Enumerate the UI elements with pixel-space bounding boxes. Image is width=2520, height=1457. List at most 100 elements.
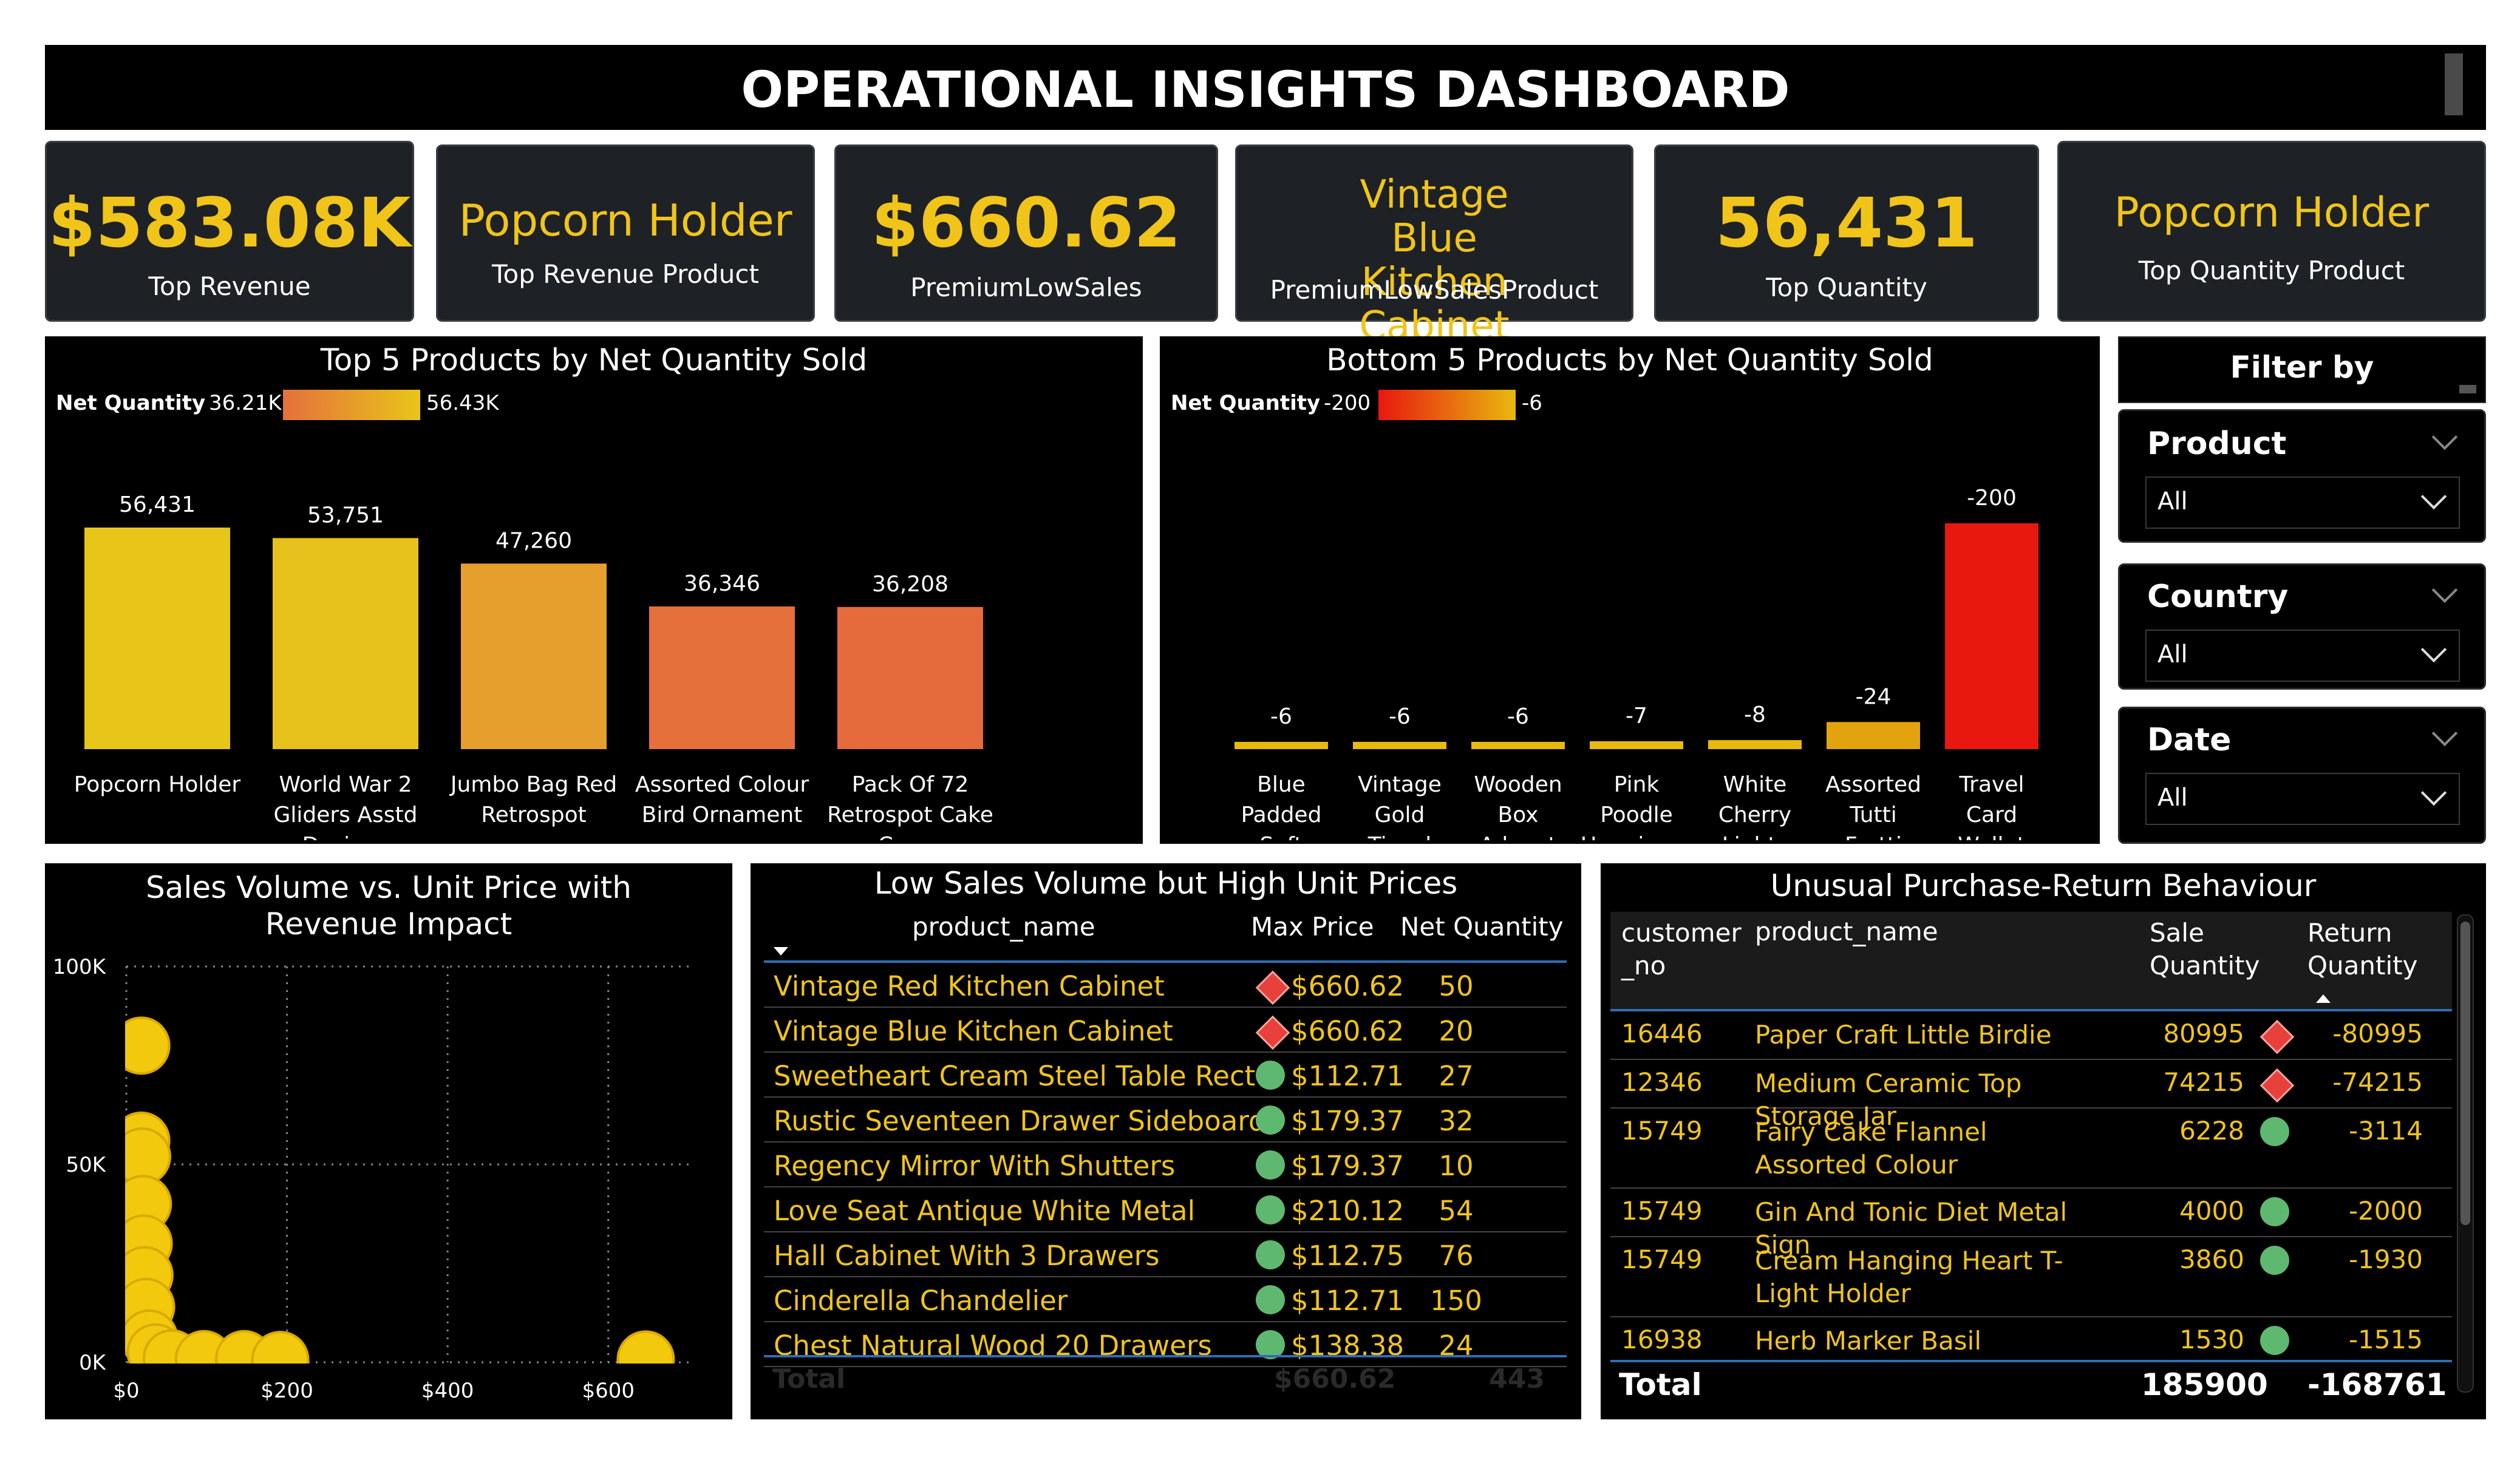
alert-diamond-icon <box>2259 1068 2295 1105</box>
table-row[interactable]: 16938 Herb Marker Basil 1530 -1515 <box>1610 1317 2452 1359</box>
bar[interactable] <box>649 606 795 749</box>
max-price: $660.62 <box>1291 970 1405 1002</box>
return-quantity: -2000 <box>2348 1196 2423 1226</box>
table-row[interactable]: Love Seat Antique White Metal $210.12 54 <box>764 1187 1567 1232</box>
bar[interactable] <box>1234 742 1328 749</box>
kpi-value: Vintage Blue Kitchen Cabinet <box>1359 172 1510 348</box>
product-dropdown[interactable]: All <box>2145 477 2460 529</box>
country-filter[interactable]: Country All <box>2118 563 2486 690</box>
bottom5-chart-panel: Bottom 5 Products by Net Quantity Sold N… <box>1160 336 2100 844</box>
date-filter[interactable]: Date All <box>2118 707 2486 844</box>
collapse-chevron-icon[interactable] <box>2431 577 2458 603</box>
table-row[interactable]: 15749 Gin And Tonic Diet Metal Sign 4000 -2… <box>1610 1189 2452 1260</box>
bar[interactable] <box>273 538 418 749</box>
category-label: Retrospot <box>481 803 586 827</box>
collapse-chevron-icon[interactable] <box>2431 720 2458 747</box>
product-name: Vintage Blue Kitchen Cabinet <box>774 1015 1173 1047</box>
bar[interactable] <box>84 528 230 749</box>
bar[interactable] <box>1471 742 1565 749</box>
table-row[interactable]: 15749 Fairy Cake Flannel Assorted Colour 6… <box>1610 1109 2452 1189</box>
column-header-net-quantity[interactable]: Net Quantity <box>1400 912 1564 942</box>
resize-handle <box>2459 385 2476 393</box>
kpi-value: 56,431 <box>1715 184 1978 263</box>
x-tick-label: $200 <box>261 1379 313 1403</box>
data-label: 47,260 <box>495 528 572 553</box>
scrollbar-thumb[interactable] <box>2460 922 2470 1225</box>
sale-quantity: 6228 <box>2179 1116 2244 1146</box>
country-dropdown[interactable]: All <box>2145 630 2460 682</box>
collapse-chevron-icon[interactable] <box>2431 424 2458 450</box>
category-label: Vintage <box>1358 772 1442 797</box>
table-row[interactable]: Rustic Seventeen Drawer Sideboard $179.37… <box>764 1098 1567 1143</box>
product-name: Regency Mirror With Shutters <box>774 1150 1176 1182</box>
scatter-point[interactable] <box>114 1016 171 1075</box>
kpi-card-premium-low-sales-product: Vintage Blue Kitchen Cabinet PremiumLowS… <box>1235 144 1633 348</box>
kpi-label: PremiumLowSales <box>910 273 1142 302</box>
table-body: Vintage Red Kitchen Cabinet $660.62 50 Vint… <box>764 963 1567 1367</box>
table-row[interactable]: Vintage Red Kitchen Cabinet $660.62 50 <box>764 963 1567 1008</box>
kpi-label: Top Revenue Product <box>492 259 759 289</box>
legend-min: -200 <box>1324 391 1371 415</box>
net-quantity: 50 <box>1439 970 1474 1002</box>
table-row[interactable]: 15749 Cream Hanging Heart T-Light Holder 3… <box>1610 1237 2452 1317</box>
scrollbar[interactable] <box>2445 53 2463 115</box>
column-header-customer[interactable]: customer _no <box>1621 917 1742 982</box>
category-label: Gold <box>1375 803 1425 827</box>
category-label: Cherry <box>1718 803 1791 827</box>
data-label: 53,751 <box>307 503 384 528</box>
table-row[interactable]: Chest Natural Wood 20 Drawers $138.38 24 <box>764 1322 1567 1367</box>
column-header-return-qty[interactable]: Return Quantity <box>2307 917 2418 982</box>
customer-no: 12346 <box>1621 1067 1703 1097</box>
sale-quantity: 80995 <box>2163 1019 2244 1048</box>
low-sales-table-panel: Low Sales Volume but High Unit Prices pr… <box>751 863 1581 1419</box>
dropdown-value: All <box>2157 640 2188 668</box>
table-row[interactable]: 16446 Paper Craft Little Birdie 80995 -8099… <box>1610 1011 2452 1060</box>
date-dropdown[interactable]: All <box>2145 773 2460 825</box>
table-row[interactable]: Vintage Blue Kitchen Cabinet $660.62 20 <box>764 1008 1567 1053</box>
category-label: Retrospot Cake <box>827 803 993 827</box>
table-row[interactable]: Hall Cabinet With 3 Drawers $112.75 76 <box>764 1232 1567 1277</box>
product-filter[interactable]: Product All <box>2118 409 2486 543</box>
category-label: Jumbo Bag Red <box>449 772 617 797</box>
product-name: Fairy Cake Flannel Assorted Colour <box>1755 1117 1987 1180</box>
return-quantity: -3114 <box>2348 1116 2423 1146</box>
category-label: Designs <box>302 833 389 840</box>
bar[interactable] <box>461 563 607 749</box>
sort-desc-icon[interactable] <box>774 947 788 956</box>
bar[interactable] <box>837 606 983 749</box>
category-label: Frutti <box>1845 833 1902 840</box>
bar[interactable] <box>1353 742 1446 749</box>
column-header-product[interactable]: product_name <box>912 912 1095 942</box>
table-row[interactable]: 12346 Medium Ceramic Top Storage Jar 74215… <box>1610 1060 2452 1131</box>
ok-circle-icon <box>1256 1105 1285 1137</box>
table-row[interactable]: Cinderella Chandelier $112.71 150 <box>764 1277 1567 1322</box>
bar[interactable] <box>1708 740 1802 749</box>
legend-title: Net Quantity <box>56 391 206 415</box>
max-price: $660.62 <box>1291 1015 1405 1047</box>
max-price: $210.12 <box>1291 1195 1405 1227</box>
table-row[interactable]: Regency Mirror With Shutters $179.37 10 <box>764 1143 1567 1187</box>
sort-asc-icon[interactable] <box>2316 994 2331 1003</box>
data-label: 36,208 <box>872 572 948 597</box>
net-quantity: 150 <box>1430 1285 1482 1317</box>
category-label: Advent <box>1479 833 1556 840</box>
filter-header: Filter by <box>2118 336 2486 403</box>
bar[interactable] <box>1945 523 2038 749</box>
kpi-label: Top Quantity Product <box>2138 256 2405 285</box>
table-row[interactable]: Sweetheart Cream Steel Table Rect $112.71… <box>764 1053 1567 1098</box>
scrollbar[interactable] <box>2457 914 2474 1393</box>
bar[interactable] <box>1827 722 1920 749</box>
bar[interactable] <box>1590 741 1683 749</box>
data-label: -200 <box>1967 486 2017 511</box>
column-header-max-price[interactable]: Max Price <box>1251 912 1374 942</box>
kpi-label: Top Quantity <box>1766 273 1927 302</box>
column-header-product[interactable]: product_name <box>1755 917 1938 946</box>
filter-label: Date <box>2147 722 2232 758</box>
y-tick-label: 50K <box>66 1153 106 1177</box>
return-quantity: -1930 <box>2348 1245 2423 1274</box>
column-header-sale-qty[interactable]: Sale Quantity <box>2150 917 2260 982</box>
chevron-down-icon <box>2420 779 2447 806</box>
data-label: -6 <box>1389 704 1411 729</box>
category-label: Lights <box>1722 833 1788 840</box>
net-quantity: 27 <box>1439 1060 1474 1092</box>
